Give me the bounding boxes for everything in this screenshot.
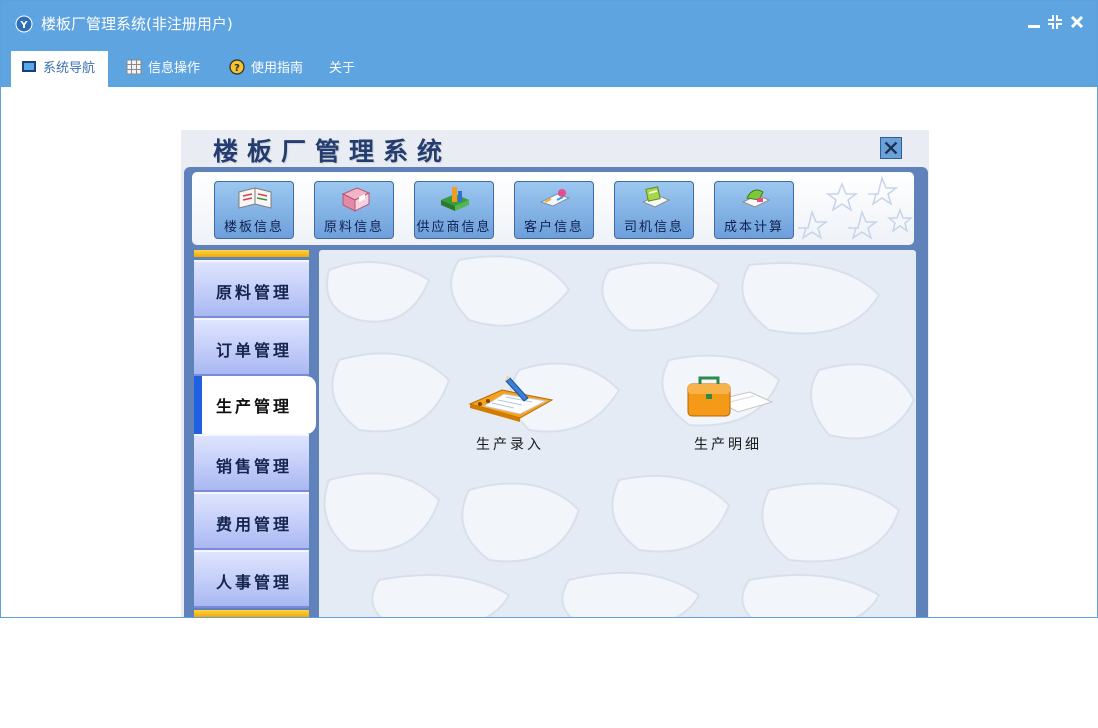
tab-info-operations[interactable]: 信息操作 (116, 51, 214, 87)
tab-system-navigation[interactable]: 系统导航 (11, 51, 108, 87)
feature-label: 生产明细 (694, 437, 762, 453)
sidebar-item-label: 销售管理 (216, 457, 293, 476)
feature-label: 生产录入 (476, 437, 544, 453)
navigation-panel: 楼板厂管理系统 楼板信息 原料信息 供应商信息 客户信息 司机信息 成本计算 原… (181, 130, 929, 617)
tab-label: 关于 (329, 61, 356, 76)
window-title: 楼板厂管理系统(非注册用户) (41, 15, 233, 33)
close-window-icon[interactable] (1069, 14, 1085, 30)
feature-production-entry[interactable]: 生产录入 (455, 370, 565, 460)
sidebar-item-expense-management[interactable]: 费用管理 (194, 492, 309, 550)
toolbar-button-floor-info[interactable]: 楼板信息 (214, 181, 294, 239)
toolbar-button-supplier-info[interactable]: 供应商信息 (414, 181, 494, 239)
sidebar-item-material-management[interactable]: 原料管理 (194, 260, 309, 318)
work-area: 生产录入 生产明细 (319, 250, 916, 617)
sidebar-item-label: 费用管理 (216, 515, 293, 534)
sidebar-item-label: 订单管理 (216, 341, 293, 360)
stone-pattern-background (323, 255, 916, 617)
title-bar[interactable]: Y 楼板厂管理系统(非注册用户) (1, 1, 1097, 45)
close-panel-icon[interactable] (880, 137, 902, 159)
toolbar-button-customer-info[interactable]: 客户信息 (514, 181, 594, 239)
sidebar-top-cap (194, 250, 309, 257)
grid-icon (126, 59, 142, 75)
monitor-icon (22, 61, 36, 72)
driver-icon (641, 186, 671, 208)
customer-icon (539, 189, 571, 207)
tab-label: 使用指南 (251, 61, 304, 76)
module-toolbar: 楼板信息 原料信息 供应商信息 客户信息 司机信息 成本计算 (192, 172, 914, 245)
sidebar-item-label: 人事管理 (216, 573, 293, 592)
panel-heading: 楼板厂管理系统 (213, 137, 452, 166)
cost-icon (741, 189, 771, 208)
tab-label: 信息操作 (148, 61, 201, 76)
toolbar-button-cost-calculation[interactable]: 成本计算 (714, 181, 794, 239)
svg-text:Y: Y (19, 20, 28, 31)
toolbar-label: 客户信息 (523, 220, 584, 235)
panel-frame: 楼板信息 原料信息 供应商信息 客户信息 司机信息 成本计算 原料管理 订单管理… (184, 167, 928, 617)
sidebar-item-personnel-management[interactable]: 人事管理 (194, 550, 309, 608)
minimize-icon[interactable] (1026, 14, 1042, 30)
sidebar-item-order-management[interactable]: 订单管理 (194, 318, 309, 376)
tab-label: 系统导航 (43, 61, 96, 76)
toolbar-label: 楼板信息 (223, 220, 284, 235)
toolbar-label: 原料信息 (323, 220, 384, 235)
notebook-pencil-icon (468, 375, 554, 422)
feature-production-detail[interactable]: 生产明细 (673, 370, 783, 460)
sidebar-item-label: 原料管理 (216, 283, 293, 302)
svg-text:?: ? (234, 63, 240, 74)
menu-bar: 系统导航 信息操作 ? 使用指南 关于 (1, 45, 1097, 87)
module-sidebar: 原料管理 订单管理 生产管理 销售管理 费用管理 人事管理 (194, 250, 316, 617)
restore-icon[interactable] (1047, 14, 1063, 30)
sidebar-bottom-cap (194, 610, 309, 617)
active-marker (194, 376, 202, 434)
tab-user-guide[interactable]: ? 使用指南 (219, 51, 319, 87)
sidebar-item-sales-management[interactable]: 销售管理 (194, 434, 309, 492)
sidebar-item-production-management[interactable]: 生产管理 (194, 376, 316, 434)
briefcase-icon (687, 376, 774, 417)
supplier-cube-icon (441, 187, 469, 211)
content-area: 楼板厂管理系统 楼板信息 原料信息 供应商信息 客户信息 司机信息 成本计算 原… (1, 87, 1097, 617)
material-box-icon (341, 187, 371, 212)
tab-about[interactable]: 关于 (319, 51, 369, 87)
sidebar-item-label: 生产管理 (216, 397, 293, 416)
book-icon (238, 187, 272, 209)
help-icon: ? (229, 59, 245, 75)
toolbar-label: 司机信息 (623, 220, 684, 235)
app-window: Y 楼板厂管理系统(非注册用户) 系统导航 信息操作 ? 使用指南 关于 楼板厂… (0, 0, 1098, 618)
toolbar-button-driver-info[interactable]: 司机信息 (614, 181, 694, 239)
toolbar-label: 成本计算 (723, 220, 784, 235)
toolbar-label: 供应商信息 (416, 220, 492, 235)
app-logo-icon: Y (15, 15, 33, 33)
toolbar-button-material-info[interactable]: 原料信息 (314, 181, 394, 239)
